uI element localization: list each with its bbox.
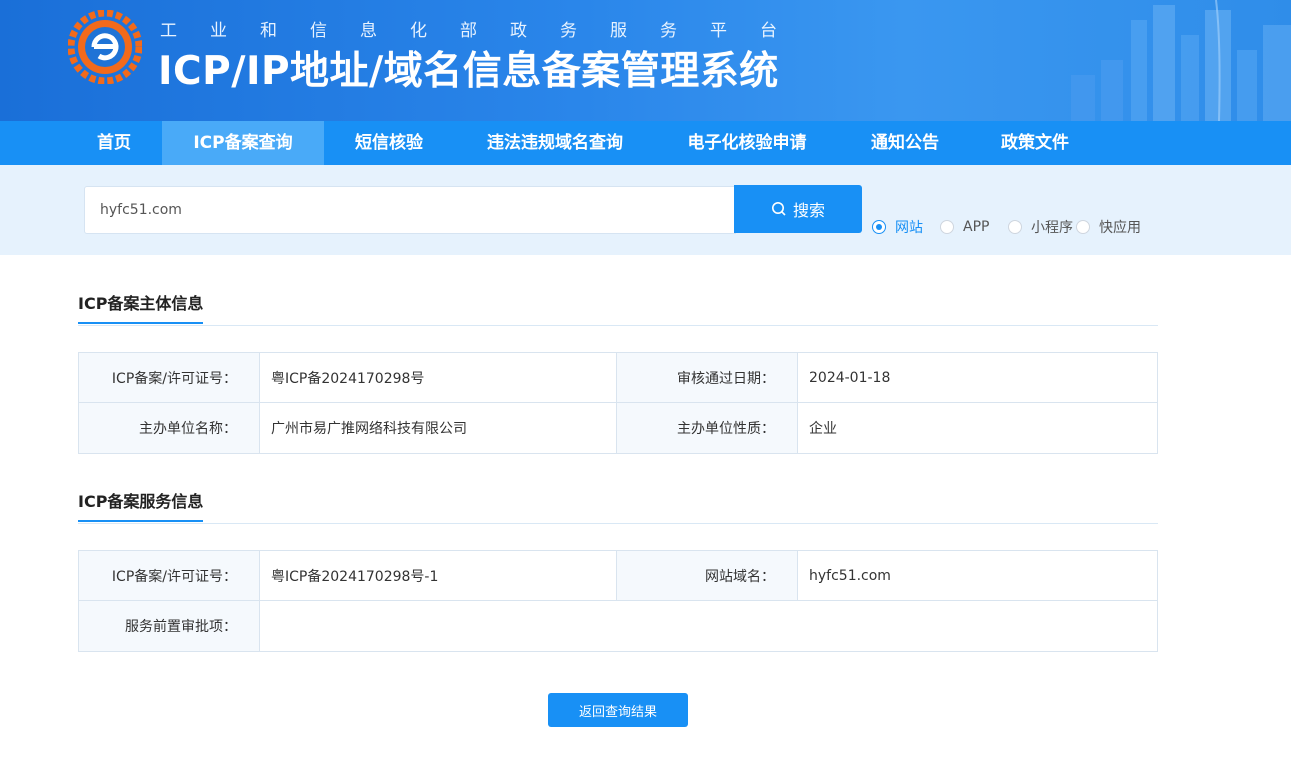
- miit-logo-icon: [68, 10, 142, 84]
- radio-mini-program[interactable]: 小程序: [1008, 217, 1073, 237]
- radio-app-label: APP: [963, 219, 990, 235]
- radio-quick-app[interactable]: 快应用: [1076, 217, 1141, 237]
- subject-info-title: ICP备案主体信息: [78, 290, 204, 324]
- nav-item-notices[interactable]: 通知公告: [856, 121, 954, 165]
- radio-unchecked-icon: [940, 220, 954, 234]
- header-title: ICP/IP地址/域名信息备案管理系统: [158, 49, 779, 94]
- radio-website[interactable]: 网站: [872, 217, 923, 237]
- search-area: 搜索 网站 APP 小程序 快应用: [0, 165, 1291, 255]
- approval-date-label: 审核通过日期：: [617, 353, 798, 402]
- header-subtitle: 工业和信息化部政务服务平台: [160, 21, 810, 41]
- radio-mini-program-label: 小程序: [1031, 220, 1073, 236]
- nav-item-sms-verify[interactable]: 短信核验: [340, 121, 438, 165]
- license-number-value: 粤ICP备2024170298号: [260, 353, 617, 402]
- city-skyline-graphic: [1071, 0, 1291, 121]
- section-divider: [78, 325, 1158, 326]
- nav-item-home[interactable]: 首页: [78, 121, 150, 165]
- nav-item-e-verify[interactable]: 电子化核验申请: [672, 121, 822, 165]
- radio-website-label: 网站: [895, 220, 923, 236]
- search-icon: [771, 202, 786, 216]
- license-number-label: ICP备案/许可证号：: [79, 353, 260, 402]
- radio-unchecked-icon: [1076, 220, 1090, 234]
- table-row: ICP备案/许可证号： 粤ICP备2024170298号 审核通过日期： 202…: [79, 353, 1157, 403]
- search-button-label: 搜索: [792, 201, 825, 220]
- section-divider: [78, 523, 1158, 524]
- radio-quick-app-label: 快应用: [1099, 220, 1141, 236]
- table-row: 主办单位名称： 广州市易广推网络科技有限公司 主办单位性质： 企业: [79, 403, 1157, 453]
- organizer-type-value: 企业: [798, 403, 1157, 453]
- organizer-type-label: 主办单位性质：: [617, 403, 798, 453]
- domain-value: hyfc51.com: [798, 551, 1157, 600]
- nav-item-illegal-domain[interactable]: 违法违规域名查询: [470, 121, 640, 165]
- nav-item-icp-query[interactable]: ICP备案查询: [162, 121, 324, 165]
- service-license-value: 粤ICP备2024170298号-1: [260, 551, 617, 600]
- approval-date-value: 2024-01-18: [798, 353, 1157, 402]
- header-banner: 工业和信息化部政务服务平台 ICP/IP地址/域名信息备案管理系统: [0, 0, 1291, 121]
- service-info-table: ICP备案/许可证号： 粤ICP备2024170298号-1 网站域名： hyf…: [78, 550, 1158, 652]
- pre-approval-label: 服务前置审批项：: [79, 601, 260, 651]
- table-row: 服务前置审批项：: [79, 601, 1157, 651]
- service-license-label: ICP备案/许可证号：: [79, 551, 260, 600]
- search-input[interactable]: [84, 186, 736, 234]
- organizer-name-label: 主办单位名称：: [79, 403, 260, 453]
- domain-label: 网站域名：: [617, 551, 798, 600]
- search-button[interactable]: 搜索: [734, 185, 862, 233]
- service-info-title: ICP备案服务信息: [78, 488, 204, 522]
- radio-app[interactable]: APP: [940, 217, 989, 237]
- organizer-name-value: 广州市易广推网络科技有限公司: [260, 403, 617, 453]
- nav-item-policies[interactable]: 政策文件: [986, 121, 1084, 165]
- back-to-results-button[interactable]: 返回查询结果: [548, 693, 688, 727]
- radio-checked-icon: [872, 220, 886, 234]
- pre-approval-value: [260, 601, 1157, 651]
- table-row: ICP备案/许可证号： 粤ICP备2024170298号-1 网站域名： hyf…: [79, 551, 1157, 601]
- main-nav: 首页 ICP备案查询 短信核验 违法违规域名查询 电子化核验申请 通知公告 政策…: [0, 121, 1291, 165]
- radio-unchecked-icon: [1008, 220, 1022, 234]
- subject-info-table: ICP备案/许可证号： 粤ICP备2024170298号 审核通过日期： 202…: [78, 352, 1158, 454]
